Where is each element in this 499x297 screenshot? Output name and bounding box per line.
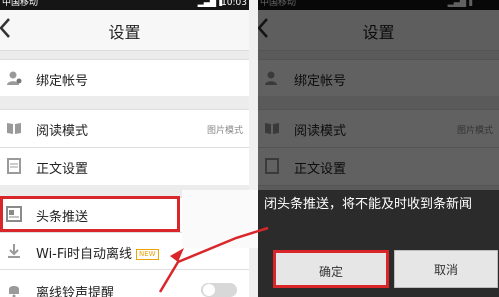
annotation-arrow bbox=[158, 226, 269, 293]
